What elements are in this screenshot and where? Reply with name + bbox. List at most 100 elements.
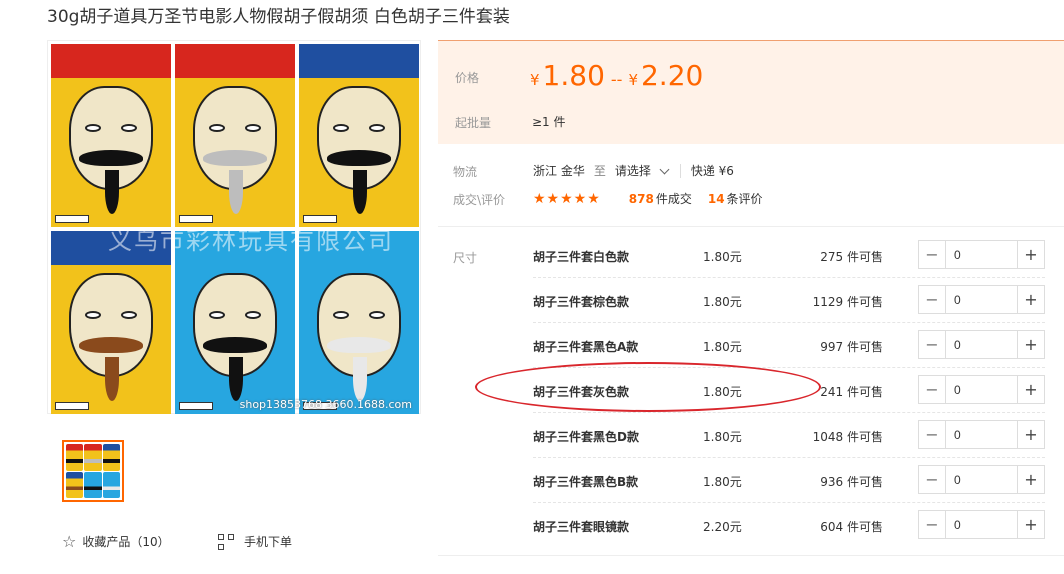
- mobile-order-label: 手机下单: [244, 535, 293, 549]
- sku-row: 胡子三件套棕色款1.80元1129 件可售−+: [533, 279, 1045, 323]
- quantity-stepper[interactable]: −+: [918, 375, 1045, 404]
- quantity-stepper[interactable]: −+: [918, 420, 1045, 449]
- product-thumbnail[interactable]: [62, 440, 124, 502]
- logistics-origin: 浙江 金华: [533, 164, 585, 178]
- thumbnail-tile: [66, 471, 84, 498]
- minus-icon[interactable]: −: [919, 286, 946, 313]
- price-max: 2.20: [640, 59, 704, 92]
- favorite-label: 收藏产品（10）: [82, 535, 170, 549]
- sku-stock: 275 件可售: [820, 250, 883, 264]
- divider: [438, 226, 1064, 227]
- sku-row: 胡子三件套白色款1.80元275 件可售−+: [533, 234, 1045, 278]
- costume-package-image: [175, 231, 295, 414]
- sku-row: 胡子三件套黑色A款1.80元997 件可售−+: [533, 324, 1045, 368]
- logistics-to: 至: [593, 164, 606, 178]
- sku-price: 1.80元: [703, 430, 742, 444]
- plus-icon[interactable]: +: [1017, 511, 1044, 538]
- chevron-down-icon[interactable]: [659, 164, 670, 174]
- quantity-stepper[interactable]: −+: [918, 285, 1045, 314]
- costume-package-image: [51, 231, 171, 414]
- reviews-label: 成交\评价: [453, 193, 506, 207]
- sku-name: 胡子三件套黑色A款: [533, 340, 639, 354]
- sku-name: 胡子三件套眼镜款: [533, 520, 630, 534]
- costume-package-image: [175, 44, 295, 227]
- product-title: 30g胡子道具万圣节电影人物假胡子假胡须 白色胡子三件套装: [47, 7, 510, 27]
- costume-package-image: [51, 44, 171, 227]
- sku-price: 1.80元: [703, 475, 742, 489]
- quantity-stepper[interactable]: −+: [918, 330, 1045, 359]
- quantity-stepper[interactable]: −+: [918, 465, 1045, 494]
- minus-icon[interactable]: −: [919, 241, 946, 268]
- divider: [438, 555, 1064, 556]
- review-suffix[interactable]: 条评价: [727, 190, 763, 207]
- logistics-label: 物流: [453, 165, 478, 179]
- express-fee: 快递 ¥6: [690, 164, 734, 178]
- sku-stock: 1129 件可售: [812, 295, 883, 309]
- deals-count[interactable]: 878: [629, 192, 654, 206]
- quantity-input[interactable]: [946, 241, 1017, 268]
- minus-icon[interactable]: −: [919, 421, 946, 448]
- quantity-input[interactable]: [946, 421, 1017, 448]
- size-label: 尺寸: [453, 251, 478, 265]
- rating-stars-icon: ★★★★★: [533, 190, 601, 207]
- product-main-image[interactable]: 义乌市彩林玩具有限公司 shop13853768 3660.1688.com: [47, 40, 421, 414]
- quantity-input[interactable]: [946, 511, 1017, 538]
- quantity-input[interactable]: [946, 286, 1017, 313]
- minus-icon[interactable]: −: [919, 376, 946, 403]
- plus-icon[interactable]: +: [1017, 331, 1044, 358]
- sku-name: 胡子三件套灰色款: [533, 385, 630, 399]
- sku-price: 1.80元: [703, 385, 742, 399]
- quantity-input[interactable]: [946, 376, 1017, 403]
- sku-row: 胡子三件套灰色款1.80元241 件可售−+: [533, 369, 1045, 413]
- sku-price: 2.20元: [703, 520, 742, 534]
- quantity-input[interactable]: [946, 466, 1017, 493]
- sku-name: 胡子三件套黑色D款: [533, 430, 639, 444]
- thumbnail-tile: [84, 471, 102, 498]
- sku-stock: 241 件可售: [820, 385, 883, 399]
- sku-price: 1.80元: [703, 340, 742, 354]
- currency-symbol: ¥: [628, 71, 638, 89]
- sku-stock: 604 件可售: [820, 520, 883, 534]
- sku-row: 胡子三件套黑色B款1.80元936 件可售−+: [533, 459, 1045, 503]
- quantity-stepper[interactable]: −+: [918, 240, 1045, 269]
- deals-suffix[interactable]: 件成交: [656, 190, 692, 207]
- favorite-button[interactable]: ☆ 收藏产品（10）: [62, 533, 170, 550]
- sku-stock: 997 件可售: [820, 340, 883, 354]
- sku-stock: 1048 件可售: [812, 430, 883, 444]
- plus-icon[interactable]: +: [1017, 466, 1044, 493]
- sku-name: 胡子三件套棕色款: [533, 295, 630, 309]
- minus-icon[interactable]: −: [919, 331, 946, 358]
- thumbnail-tile: [102, 444, 120, 471]
- sku-row: 胡子三件套黑色D款1.80元1048 件可售−+: [533, 414, 1045, 458]
- price-min: 1.80: [542, 59, 605, 92]
- divider: [679, 163, 681, 178]
- quantity-stepper[interactable]: −+: [918, 510, 1045, 539]
- costume-package-image: [299, 44, 419, 227]
- thumbnail-tile: [102, 471, 120, 498]
- sku-price: 1.80元: [703, 295, 742, 309]
- plus-icon[interactable]: +: [1017, 421, 1044, 448]
- sku-row: 胡子三件套眼镜款2.20元604 件可售−+: [533, 504, 1045, 548]
- price-panel: 价格 ¥ 1.80 -- ¥ 2.20 起批量 ≥1 件: [438, 40, 1064, 144]
- mobile-order-button[interactable]: 手机下单: [218, 533, 292, 550]
- plus-icon[interactable]: +: [1017, 241, 1044, 268]
- currency-symbol: ¥: [530, 71, 540, 89]
- star-outline-icon: ☆: [62, 531, 77, 551]
- quantity-input[interactable]: [946, 331, 1017, 358]
- qr-code-icon: [218, 533, 234, 550]
- moq-value: ≥1 件: [532, 115, 566, 129]
- destination-select[interactable]: 请选择: [615, 162, 651, 179]
- rating-row: ★★★★★ 878 件成交 14 条评价: [533, 190, 763, 207]
- logistics-row: 浙江 金华 至 请选择 快递 ¥6: [533, 162, 734, 179]
- watermark: 义乌市彩林玩具有限公司: [108, 227, 394, 255]
- thumbnail-tile: [66, 444, 84, 471]
- plus-icon[interactable]: +: [1017, 376, 1044, 403]
- sku-name: 胡子三件套白色款: [533, 250, 630, 264]
- sku-stock: 936 件可售: [820, 475, 883, 489]
- minus-icon[interactable]: −: [919, 466, 946, 493]
- review-count[interactable]: 14: [708, 192, 725, 206]
- minus-icon[interactable]: −: [919, 511, 946, 538]
- sku-price: 1.80元: [703, 250, 742, 264]
- plus-icon[interactable]: +: [1017, 286, 1044, 313]
- price-label: 价格: [455, 71, 480, 85]
